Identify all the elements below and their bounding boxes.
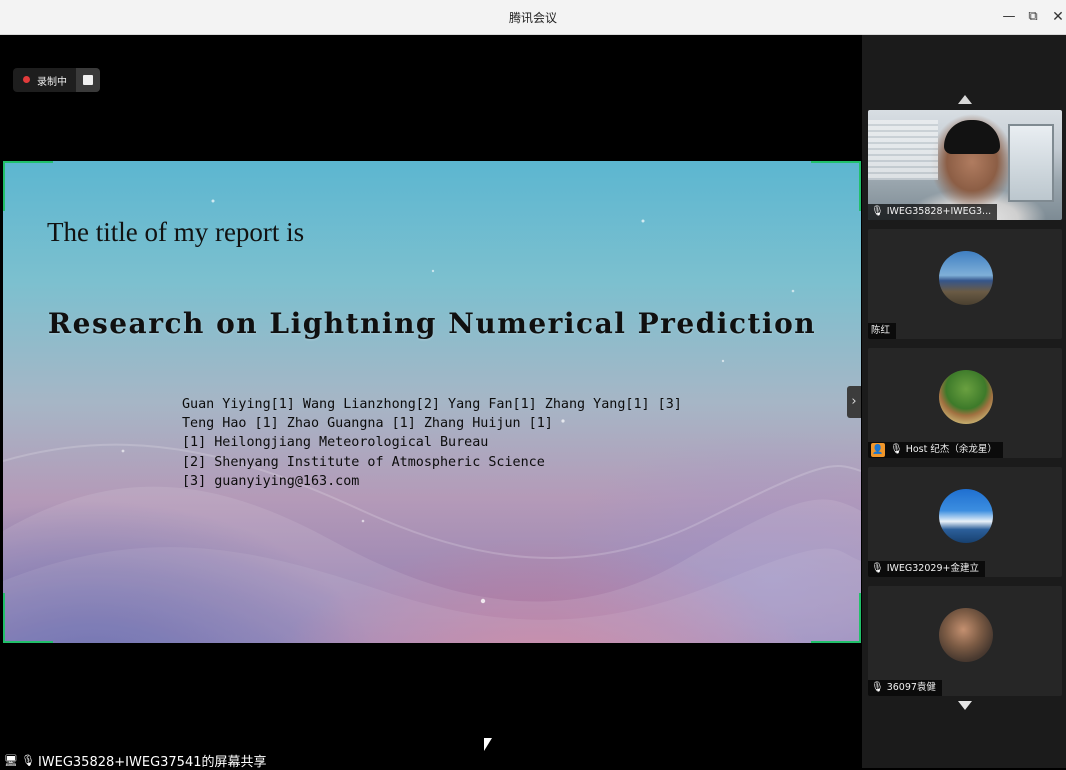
participant-name: 陈红 [871,325,891,336]
microphone-icon: 🎙 [871,563,884,574]
share-frame-corner [3,161,53,211]
authors-line: Guan Yiying[1] Wang Lianzhong[2] Yang Fa… [182,397,682,412]
window-title: 腾讯会议 [508,11,557,25]
stop-recording-button[interactable] [76,68,100,92]
slide-heading: Research on Lightning Numerical Predicti… [47,307,817,340]
collapse-panel-button[interactable]: › [847,386,861,418]
slide-authors: Guan Yiying[1] Wang Lianzhong[2] Yang Fa… [182,395,682,491]
share-frame-corner [3,593,53,643]
participant-name: Host 纪杰（余龙星） [905,444,997,455]
authors-line: Teng Hao [1] Zhao Guangna [1] Zhang Huij… [182,416,553,432]
screen-share-icon: 🖥 [4,754,18,767]
recording-dot-icon [23,76,30,83]
participant-tile[interactable]: 🎙 IWEG32029+金建立 [868,467,1062,577]
participant-tile[interactable]: 👤 🎙 Host 纪杰（余龙星） [868,348,1062,458]
participants-panel: 🎙 IWEG35828+IWEG3... 陈红 👤 🎙 Host 纪杰（余龙星）… [862,35,1066,768]
avatar [939,608,993,662]
avatar [939,251,993,305]
slide-intro-text: The title of my report is [47,217,305,247]
minimize-icon[interactable]: — [998,6,1020,28]
scroll-down-icon[interactable] [958,701,972,710]
close-icon[interactable]: ✕ [1047,6,1066,28]
host-icon: 👤 [871,443,885,457]
video-background [868,120,938,180]
shared-slide: The title of my report is Research on Li… [3,161,861,643]
microphone-icon: 🎙 [871,682,884,693]
participant-name-label: 🎙 36097袁健 [868,680,942,696]
participant-tile[interactable]: 🎙 IWEG35828+IWEG3... [868,110,1062,220]
affiliation-line: [1] Heilongjiang Meteorological Bureau [182,435,489,451]
participant-name: IWEG32029+金建立 [886,563,979,574]
participant-tile[interactable]: 陈红 [868,229,1062,339]
mouse-cursor-icon [484,738,492,751]
restore-icon[interactable]: ⧉ [1022,6,1044,28]
participant-name-label: 👤 🎙 Host 纪杰（余龙星） [868,442,1003,458]
share-frame-corner [811,161,861,211]
participant-name: 36097袁健 [886,682,936,693]
share-frame-corner [811,593,861,643]
participant-name-label: 🎙 IWEG35828+IWEG3... [868,204,998,220]
participant-name-label: 🎙 IWEG32029+金建立 [868,561,985,577]
screen-share-label: IWEG35828+IWEG37541的屏幕共享 [37,755,267,770]
participant-name-label: 陈红 [868,323,897,339]
video-background [1008,124,1054,202]
affiliation-line: [2] Shenyang Institute of Atmospheric Sc… [182,454,545,470]
participant-name: IWEG35828+IWEG3... [886,206,992,217]
window-titlebar: 腾讯会议 — ⧉ ✕ [0,0,1066,35]
video-person [944,120,1000,154]
recording-label: 录制中 [37,77,67,88]
participant-tile[interactable]: 🎙 36097袁健 [868,586,1062,696]
microphone-icon: 🎙 [871,206,884,217]
avatar [939,370,993,424]
scroll-up-icon[interactable] [958,95,972,104]
contact-email: [3] guanyiying@163.com [182,473,360,489]
screen-share-banner: 🖥 🎙 IWEG35828+IWEG37541的屏幕共享 [4,751,267,770]
microphone-icon: 🎙 [20,754,35,767]
recording-indicator: 录制中 [13,68,100,92]
avatar [939,489,993,543]
microphone-icon: 🎙 [890,444,903,455]
